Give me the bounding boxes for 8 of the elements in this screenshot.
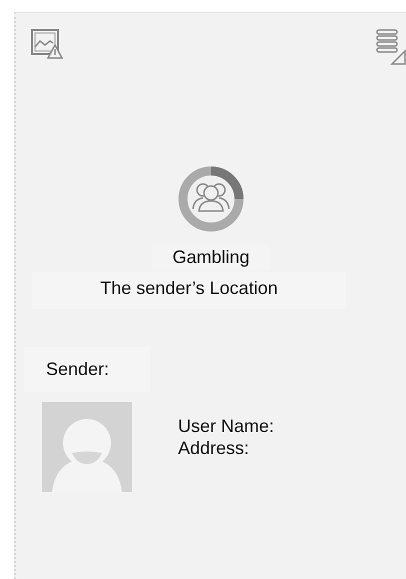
field-label: Address: [178,437,250,459]
location-label: The sender’s Location [100,278,278,298]
list-icon[interactable] [376,29,406,65]
category-title: Gambling [172,247,250,268]
avatar-silhouette-icon [42,402,132,492]
group-icon [177,165,245,233]
image-warning-icon[interactable] [31,29,63,59]
field-label: User Name: [178,415,274,437]
